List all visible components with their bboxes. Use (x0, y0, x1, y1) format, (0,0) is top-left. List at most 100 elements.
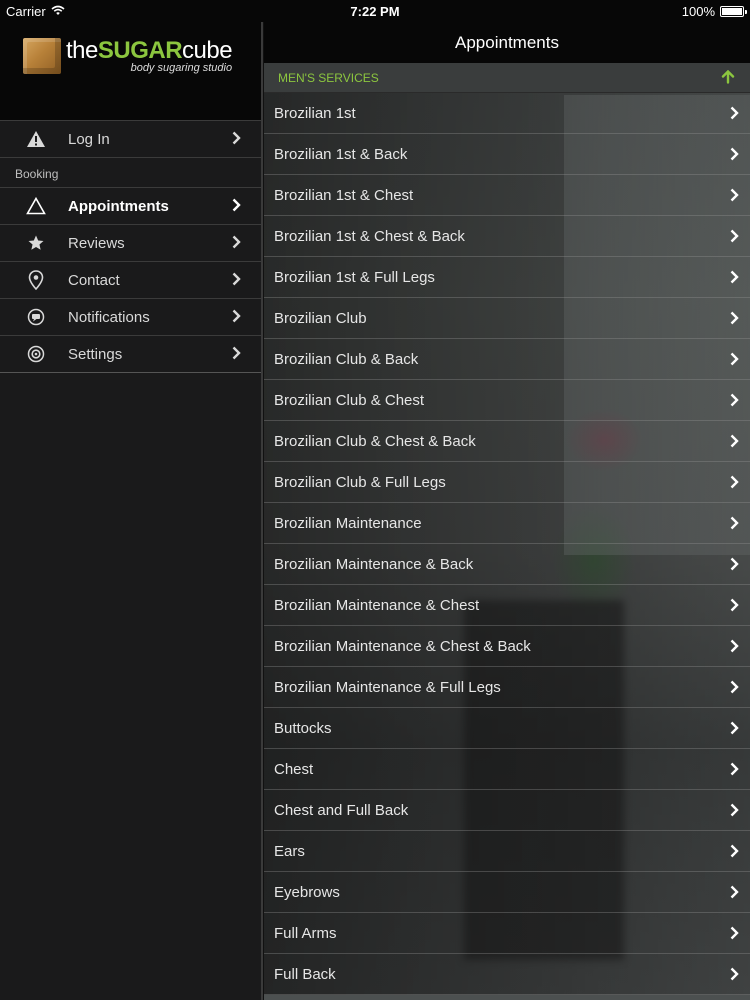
brand-word-sugar: SUGAR (97, 37, 183, 64)
service-label: Chest and Full Back (274, 802, 409, 819)
service-row[interactable]: Eyebrows (264, 872, 750, 913)
section-label-booking: Booking (0, 158, 261, 188)
service-row[interactable]: Brozilian Maintenance (264, 503, 750, 544)
service-label: Brozilian 1st & Back (274, 146, 408, 163)
service-row[interactable]: Brozilian Club (264, 298, 750, 339)
service-label: Brozilian Club & Back (274, 351, 419, 368)
gear-icon (25, 343, 47, 365)
chevron-right-icon (232, 272, 241, 290)
sugar-cube-logo-icon (23, 38, 61, 74)
service-row[interactable]: Brozilian 1st & Back (264, 134, 750, 175)
chevron-right-icon (232, 131, 241, 149)
service-label: Brozilian Maintenance & Full Legs (274, 679, 501, 696)
status-time: 7:22 PM (350, 4, 400, 19)
sidebar-item-log-in[interactable]: Log In (0, 121, 261, 158)
chevron-right-icon (730, 434, 739, 453)
service-label: Brozilian Club & Full Legs (274, 474, 446, 491)
service-row[interactable]: Brozilian Maintenance & Chest (264, 585, 750, 626)
service-label: Ears (274, 843, 305, 860)
sidebar-item-label: Reviews (68, 234, 125, 252)
service-label: Eyebrows (274, 884, 340, 901)
service-row[interactable]: Chest and Full Back (264, 790, 750, 831)
service-label: Brozilian Maintenance (274, 515, 422, 532)
brand-word-the: the (66, 37, 98, 64)
sidebar-item-label: Log In (68, 130, 110, 148)
service-label: Brozilian Club (274, 310, 367, 327)
sidebar-item-notifications[interactable]: Notifications (0, 299, 261, 336)
service-row[interactable]: Brozilian Club & Back (264, 339, 750, 380)
chevron-right-icon (232, 346, 241, 364)
chevron-right-icon (730, 229, 739, 248)
service-label: Brozilian Maintenance & Chest & Back (274, 638, 531, 655)
chevron-right-icon (730, 188, 739, 207)
chevron-right-icon (730, 926, 739, 945)
sidebar-menu: Log In Booking Appointments Reviews Cont… (0, 120, 261, 373)
chevron-right-icon (232, 198, 241, 216)
service-row[interactable]: Buttocks (264, 708, 750, 749)
service-row[interactable]: Chest (264, 749, 750, 790)
chevron-right-icon (730, 680, 739, 699)
service-label: Brozilian Club & Chest (274, 392, 425, 409)
chevron-right-icon (730, 844, 739, 863)
sidebar-item-contact[interactable]: Contact (0, 262, 261, 299)
main-panel: Appointments MEN'S SERVICES Brozilian 1s… (264, 0, 750, 1000)
service-row[interactable]: Brozilian 1st & Chest (264, 175, 750, 216)
service-row[interactable]: Full Arms (264, 913, 750, 954)
service-list: Brozilian 1st Brozilian 1st & Back Brozili… (264, 93, 750, 995)
status-bar: Carrier 7:22 PM 100% (0, 0, 750, 22)
service-row[interactable]: Brozilian Maintenance & Full Legs (264, 667, 750, 708)
service-row[interactable]: Brozilian 1st (264, 93, 750, 134)
sidebar-item-reviews[interactable]: Reviews (0, 225, 261, 262)
chevron-right-icon (232, 309, 241, 327)
service-row[interactable]: Brozilian 1st & Full Legs (264, 257, 750, 298)
service-label: Full Back (274, 966, 336, 983)
sidebar: theSUGARcube body sugaring studio Log In… (0, 0, 263, 1000)
sidebar-item-label: Contact (68, 271, 120, 289)
service-row[interactable]: Brozilian Club & Full Legs (264, 462, 750, 503)
service-row[interactable]: Brozilian 1st & Chest & Back (264, 216, 750, 257)
service-label: Brozilian Club & Chest & Back (274, 433, 476, 450)
chevron-right-icon (730, 270, 739, 289)
service-row[interactable]: Brozilian Club & Chest (264, 380, 750, 421)
service-row[interactable]: Full Back (264, 954, 750, 995)
warning-icon (25, 128, 47, 150)
service-label: Brozilian 1st & Chest (274, 187, 414, 204)
chevron-right-icon (730, 885, 739, 904)
battery-icon (720, 6, 747, 17)
arrow-up-icon[interactable] (721, 69, 735, 89)
battery-level (722, 8, 742, 15)
service-label: Chest (274, 761, 314, 778)
sidebar-item-label: Appointments (68, 197, 169, 215)
chevron-right-icon (730, 967, 739, 986)
chevron-right-icon (730, 393, 739, 412)
chevron-right-icon (730, 352, 739, 371)
chevron-right-icon (730, 598, 739, 617)
chevron-right-icon (730, 147, 739, 166)
chevron-right-icon (730, 475, 739, 494)
sidebar-item-appointments[interactable]: Appointments (0, 188, 261, 225)
chevron-right-icon (730, 803, 739, 822)
service-label: Brozilian 1st (274, 105, 356, 122)
sidebar-item-label: Notifications (68, 308, 150, 326)
chevron-right-icon (730, 762, 739, 781)
battery-percent: 100% (681, 4, 715, 19)
status-right: 100% (681, 4, 747, 19)
service-label: Buttocks (274, 720, 332, 737)
sidebar-item-label: Settings (68, 345, 123, 363)
service-label: Full Arms (274, 925, 337, 942)
chat-bubble-icon (25, 306, 47, 328)
chevron-right-icon (730, 516, 739, 535)
service-row[interactable]: Brozilian Maintenance & Back (264, 544, 750, 585)
chevron-right-icon (730, 311, 739, 330)
service-row[interactable]: Ears (264, 831, 750, 872)
service-row[interactable]: Brozilian Club & Chest & Back (264, 421, 750, 462)
sidebar-item-settings[interactable]: Settings (0, 336, 261, 373)
chevron-right-icon (730, 721, 739, 740)
service-label: Brozilian 1st & Full Legs (274, 269, 435, 286)
service-row[interactable]: Brozilian Maintenance & Chest & Back (264, 626, 750, 667)
page-title: Appointments (455, 33, 559, 52)
chevron-right-icon (232, 235, 241, 253)
section-header[interactable]: MEN'S SERVICES (264, 63, 750, 93)
brand-wordmark: theSUGARcube body sugaring studio (66, 37, 233, 75)
service-label: Brozilian Maintenance & Chest (274, 597, 480, 614)
